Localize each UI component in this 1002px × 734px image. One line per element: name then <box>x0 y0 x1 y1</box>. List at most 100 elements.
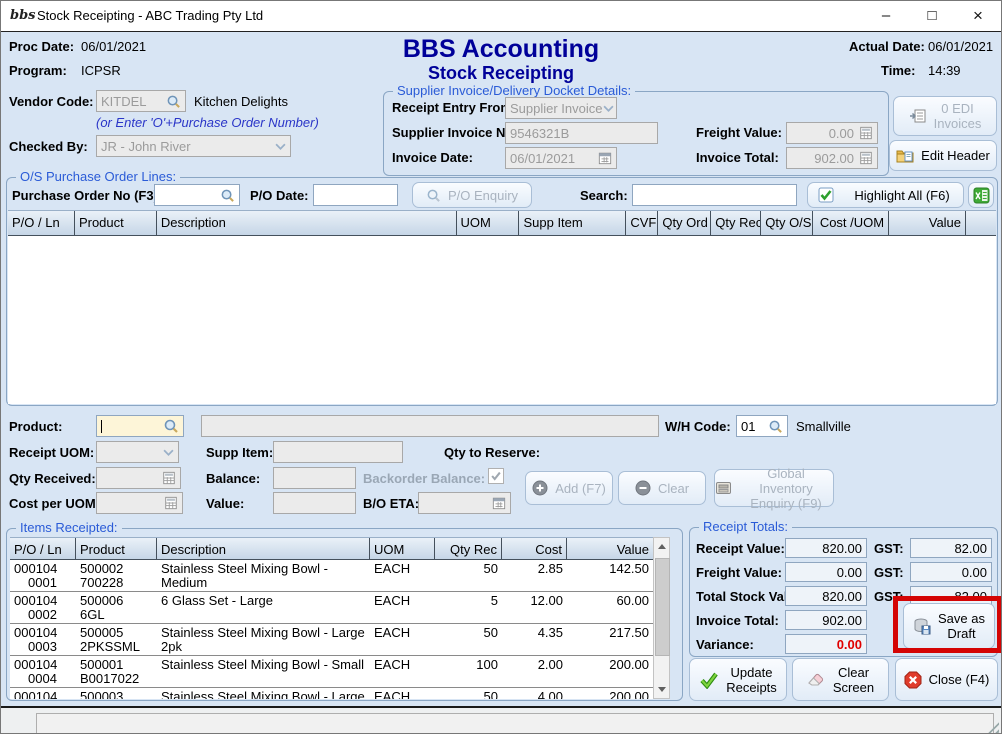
maximize-button[interactable]: □ <box>909 1 955 30</box>
cost-per-uom-label: Cost per UOM: <box>9 496 100 511</box>
receipt-entry-from-select[interactable]: Supplier Invoice <box>505 97 617 119</box>
vendor-code-input[interactable]: KITDEL <box>96 90 186 112</box>
excel-export-button[interactable] <box>968 182 994 208</box>
receipt-uom-select[interactable] <box>96 441 179 463</box>
invoice-total-input[interactable]: 902.00 <box>786 147 878 169</box>
cell-po: 000104 <box>14 689 57 699</box>
items-col-qty-rec[interactable]: Qty Rec <box>435 538 502 559</box>
program-label: Program: <box>9 63 67 78</box>
search-icon[interactable] <box>768 419 783 434</box>
clear-line-button[interactable]: Clear <box>618 471 706 505</box>
save-as-draft-button[interactable]: Save as Draft <box>903 603 995 649</box>
cell-product: 500003 <box>80 689 123 699</box>
calculator-icon[interactable] <box>162 471 176 485</box>
edit-header-button[interactable]: Edit Header <box>889 140 997 171</box>
items-col-cost[interactable]: Cost <box>502 538 567 559</box>
search-icon[interactable] <box>220 188 235 203</box>
checkbox-checked-icon <box>490 470 502 482</box>
table-row[interactable]: 0001040002 5000066GL 6 Glass Set - Large… <box>10 592 653 624</box>
po-number-input[interactable] <box>154 184 240 206</box>
po-col-cvf[interactable]: CVF <box>626 211 658 235</box>
close-window-button[interactable]: × <box>955 1 1001 30</box>
clear-screen-button[interactable]: Clear Screen <box>792 658 889 701</box>
table-row[interactable]: 0001040004 500001B0017022 Stainless Stee… <box>10 656 653 688</box>
balance-input[interactable] <box>273 467 356 489</box>
close-button[interactable]: Close (F4) <box>895 658 998 701</box>
items-col-po-ln[interactable]: P/O / Ln <box>10 538 76 559</box>
bo-eta-input[interactable] <box>418 492 511 514</box>
cell-value: 217.50 <box>567 624 653 655</box>
table-row[interactable]: 000104 500003 Stainless Steel Mixing Bow… <box>10 688 653 699</box>
search-icon <box>426 188 441 203</box>
search-icon[interactable] <box>166 94 181 109</box>
calculator-icon[interactable] <box>859 151 873 165</box>
po-col-desc[interactable]: Description <box>157 211 457 235</box>
freight-value-label: Freight Value: <box>696 125 782 140</box>
global-inventory-button[interactable]: Global Inventory Enquiry (F9) <box>714 469 834 507</box>
po-col-po-ln[interactable]: P/O / Ln <box>8 211 75 235</box>
calendar-icon[interactable] <box>598 151 612 165</box>
edit-header-label: Edit Header <box>921 148 990 163</box>
actual-date-value: 06/01/2021 <box>928 39 993 54</box>
freight-gst: 0.00 <box>962 565 987 580</box>
po-col-supp-item[interactable]: Supp Item <box>519 211 626 235</box>
search-icon[interactable] <box>163 418 179 434</box>
table-row[interactable]: 0001040001 500002700228 Stainless Steel … <box>10 560 653 592</box>
minimize-button[interactable]: – <box>863 1 909 30</box>
add-button[interactable]: Add (F7) <box>525 471 613 505</box>
product-label: Product: <box>9 419 62 434</box>
clear-line-label: Clear <box>658 481 689 496</box>
invoice-date-input[interactable]: 06/01/2021 <box>505 147 617 169</box>
freight-value-input[interactable]: 0.00 <box>786 122 878 144</box>
po-col-value[interactable]: Value <box>889 211 966 235</box>
search-input[interactable] <box>632 184 797 206</box>
cell-uom: EACH <box>370 624 435 655</box>
po-col-cost-uom[interactable]: Cost /UOM <box>813 211 889 235</box>
cell-uom: EACH <box>370 688 435 699</box>
items-col-desc[interactable]: Description <box>157 538 370 559</box>
items-scrollbar[interactable] <box>653 537 670 699</box>
items-col-uom[interactable]: UOM <box>370 538 435 559</box>
value-input[interactable] <box>273 492 356 514</box>
cell-cost: 4.00 <box>502 688 567 699</box>
items-col-product[interactable]: Product <box>76 538 157 559</box>
po-col-qty-rec[interactable]: Qty Rec <box>711 211 761 235</box>
calendar-icon[interactable] <box>492 496 506 510</box>
checked-by-select[interactable]: JR - John River <box>96 135 291 157</box>
add-icon <box>532 480 548 496</box>
cost-per-uom-input[interactable] <box>96 492 183 514</box>
po-col-product[interactable]: Product <box>75 211 157 235</box>
cell-uom: EACH <box>370 560 435 591</box>
cell-cost: 2.00 <box>502 656 567 687</box>
scroll-thumb[interactable] <box>655 558 670 656</box>
scroll-up-icon <box>658 544 666 549</box>
supplier-invoice-no-input[interactable]: 9546321B <box>505 122 658 144</box>
calculator-icon[interactable] <box>164 496 178 510</box>
scroll-down-button[interactable] <box>654 681 669 698</box>
supp-item-input[interactable] <box>273 441 403 463</box>
po-enquiry-button[interactable]: P/O Enquiry <box>412 182 532 208</box>
update-receipts-icon <box>699 671 719 689</box>
wh-code-label: W/H Code: <box>665 419 731 434</box>
po-col-uom[interactable]: UOM <box>457 211 520 235</box>
cell-description: Stainless Steel Mixing Bowl - Large <box>157 688 370 699</box>
update-receipts-button[interactable]: Update Receipts <box>689 658 787 701</box>
checked-by-value: JR - John River <box>101 139 191 154</box>
scroll-up-button[interactable] <box>654 538 669 555</box>
po-col-qty-ord[interactable]: Qty Ord <box>658 211 711 235</box>
calculator-icon[interactable] <box>859 126 873 140</box>
backorder-balance-checkbox[interactable] <box>488 468 504 484</box>
po-date-input[interactable] <box>313 184 398 206</box>
table-row[interactable]: 0001040003 5000052PKSSML Stainless Steel… <box>10 624 653 656</box>
po-col-filler <box>966 211 996 235</box>
highlight-all-button[interactable]: Highlight All (F6) <box>807 182 964 208</box>
qty-received-input[interactable] <box>96 467 181 489</box>
wh-code-input[interactable]: 01 <box>736 415 788 437</box>
edi-invoices-button[interactable]: 0 EDI Invoices <box>893 96 997 136</box>
chevron-down-icon <box>163 449 174 456</box>
actual-date-label: Actual Date: <box>849 39 925 54</box>
product-input[interactable] <box>96 415 184 437</box>
items-col-value[interactable]: Value <box>567 538 653 559</box>
receipt-uom-label: Receipt UOM: <box>9 445 94 460</box>
po-col-qty-os[interactable]: Qty O/S <box>761 211 813 235</box>
